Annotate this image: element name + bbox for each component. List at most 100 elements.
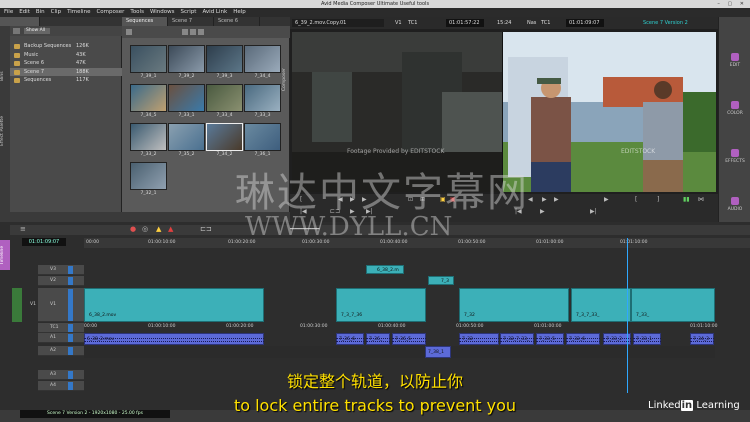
bin-item[interactable]: Music 43K <box>10 51 122 60</box>
frame-view-icon[interactable] <box>182 29 188 35</box>
track-lock-icon[interactable] <box>68 277 73 285</box>
track-lock-icon[interactable] <box>68 324 73 332</box>
bin-menu-icon[interactable] <box>13 28 20 34</box>
v3-clip[interactable]: 6_38_2.m <box>366 265 404 274</box>
bin-menu-icon[interactable] <box>126 29 132 35</box>
track-lock-icon[interactable] <box>68 266 73 274</box>
record-icon[interactable]: ● <box>130 225 136 233</box>
tab-bin-scene-6[interactable]: Scene 6 <box>214 17 260 26</box>
workspace-effects[interactable]: EFFECTS <box>719 149 750 164</box>
window-controls[interactable]: – ▢ ✕ <box>717 0 747 8</box>
workspace-audio[interactable]: AUDIO <box>719 197 750 212</box>
thumbnail-bin-toolbar <box>122 26 290 38</box>
clip-thumbnail[interactable] <box>130 45 167 73</box>
clip-thumbnail-label: 7_36_1 <box>254 152 271 157</box>
v1-clip[interactable]: 6_38_2.mov <box>84 288 264 322</box>
clip-thumbnail[interactable] <box>130 123 167 151</box>
track-header-a1[interactable] <box>38 333 84 343</box>
bin-folder-icon <box>14 61 20 66</box>
track-header-v3[interactable] <box>38 265 84 275</box>
menu-avid-link[interactable]: Avid Link <box>202 8 227 17</box>
script-view-icon[interactable] <box>198 29 204 35</box>
clip-thumbnail[interactable] <box>130 84 167 112</box>
more-tools-icon[interactable]: ⋈ <box>698 196 704 203</box>
clip-thumbnail[interactable] <box>130 162 167 190</box>
add-edit-button[interactable]: ▮▮ <box>683 196 690 203</box>
track-header-tc1[interactable] <box>38 323 84 333</box>
source-clip-name[interactable]: 6_39_2.mov.Copy.01 <box>292 19 384 27</box>
workspace-color[interactable]: COLOR <box>719 101 750 116</box>
window-title: Avid Media Composer Ultimate Useful tool… <box>320 1 430 7</box>
record-mark-out-button[interactable]: ] <box>657 196 659 203</box>
clip-thumbnail[interactable] <box>244 84 281 112</box>
workspace-edit[interactable]: EDIT <box>719 53 750 68</box>
menu-composer[interactable]: Composer <box>96 8 124 17</box>
menu-file[interactable]: File <box>4 8 13 17</box>
workspace-label: COLOR <box>727 111 743 116</box>
clip-thumbnail[interactable] <box>206 84 243 112</box>
menu-clip[interactable]: Clip <box>51 8 61 17</box>
clip-thumbnail[interactable] <box>168 123 205 151</box>
bin-item[interactable]: Scene 7 188K <box>10 67 122 76</box>
show-all-dropdown[interactable]: Show All <box>24 28 50 34</box>
record-mark-in-button[interactable]: [ <box>635 196 637 203</box>
lift-overwrite-icon[interactable]: ▲ <box>156 225 161 233</box>
track-lock-icon[interactable] <box>68 289 73 321</box>
tab-effect-palette[interactable]: Effect Palette <box>0 111 10 151</box>
clip-thumbnail[interactable] <box>206 123 243 151</box>
track-header-v2[interactable] <box>38 276 84 286</box>
menu-bin[interactable]: Bin <box>36 8 45 17</box>
track-lock-icon[interactable] <box>68 347 73 355</box>
bin-item[interactable]: Backup Sequences 126K <box>10 42 122 51</box>
sequence-name[interactable]: Scene 7 Version 2 <box>640 19 702 27</box>
composer-side-tab[interactable]: Composer <box>282 60 290 100</box>
menu-script[interactable]: Script <box>181 8 197 17</box>
clip-thumbnail[interactable] <box>206 45 243 73</box>
record-monitor[interactable]: EDITSTOCK <box>503 32 716 192</box>
track-header-a2[interactable] <box>38 346 84 356</box>
menu-windows[interactable]: Windows <box>150 8 175 17</box>
bin-item[interactable]: Sequences 117K <box>10 76 122 85</box>
tab-bin-scene-7[interactable]: Scene 7 <box>168 17 214 26</box>
menu-help[interactable]: Help <box>233 8 246 17</box>
tab-bins[interactable]: Bins <box>0 56 10 96</box>
a3-clip[interactable]: 7_38_1 <box>425 346 451 358</box>
clip-thumbnail[interactable] <box>168 45 205 73</box>
v1-clip[interactable]: 7_33_ <box>631 288 715 322</box>
clip-thumbnail[interactable] <box>244 45 281 73</box>
record-go-to-out-button[interactable]: ▶| <box>590 208 597 215</box>
brand-tail: Learning <box>696 400 740 411</box>
list-view-icon[interactable] <box>190 29 196 35</box>
bin-item-name: Backup Sequences <box>24 43 72 49</box>
clip-thumbnail[interactable] <box>168 84 205 112</box>
v2-clip[interactable]: 7_3 <box>428 276 454 285</box>
track-header-v1[interactable] <box>38 288 84 322</box>
v1-clip[interactable]: 7_32 <box>459 288 569 322</box>
menu-tools[interactable]: Tools <box>130 8 144 17</box>
segment-mode-icon[interactable]: ◎ <box>142 225 148 233</box>
record-play-button[interactable]: ▶ <box>604 196 609 203</box>
clip-thumbnail[interactable] <box>244 123 281 151</box>
play-button-record[interactable]: ▶ <box>542 196 547 203</box>
track-lock-icon[interactable] <box>68 334 73 342</box>
record-step-forward-button[interactable]: ▶ <box>554 196 559 203</box>
audio-waveform <box>366 338 390 342</box>
bin-tab-project[interactable] <box>0 17 40 26</box>
ruler-tick-label: 01:00:50:00 <box>458 240 486 245</box>
menu-timeline[interactable]: Timeline <box>67 8 90 17</box>
source-v1-patch[interactable] <box>12 288 22 322</box>
subtitle-chinese: 锁定整个轨道，以防止你 <box>286 372 463 391</box>
v1-clip[interactable]: 7_3_7_33_ <box>571 288 631 322</box>
timeline-side-tab[interactable]: Timeline <box>0 240 10 270</box>
bin-item[interactable]: Scene 6 47K <box>10 59 122 68</box>
timeline-menu-icon[interactable]: ≡ <box>20 225 26 233</box>
extract-splice-icon[interactable]: ▲ <box>168 225 173 233</box>
tab-bin-sequences[interactable]: Sequences <box>122 17 168 26</box>
menu-edit[interactable]: Edit <box>19 8 30 17</box>
a2-track-lane <box>84 346 715 358</box>
brand-in-badge: in <box>680 400 694 411</box>
record-timecode: 01:01:09:07 <box>566 19 604 27</box>
trim-mode-icon[interactable]: ⊏⊐ <box>200 225 212 233</box>
v1-clip[interactable]: 7_3_7_36 <box>336 288 426 322</box>
record-play-in-out-button[interactable]: ▶ <box>540 208 545 215</box>
